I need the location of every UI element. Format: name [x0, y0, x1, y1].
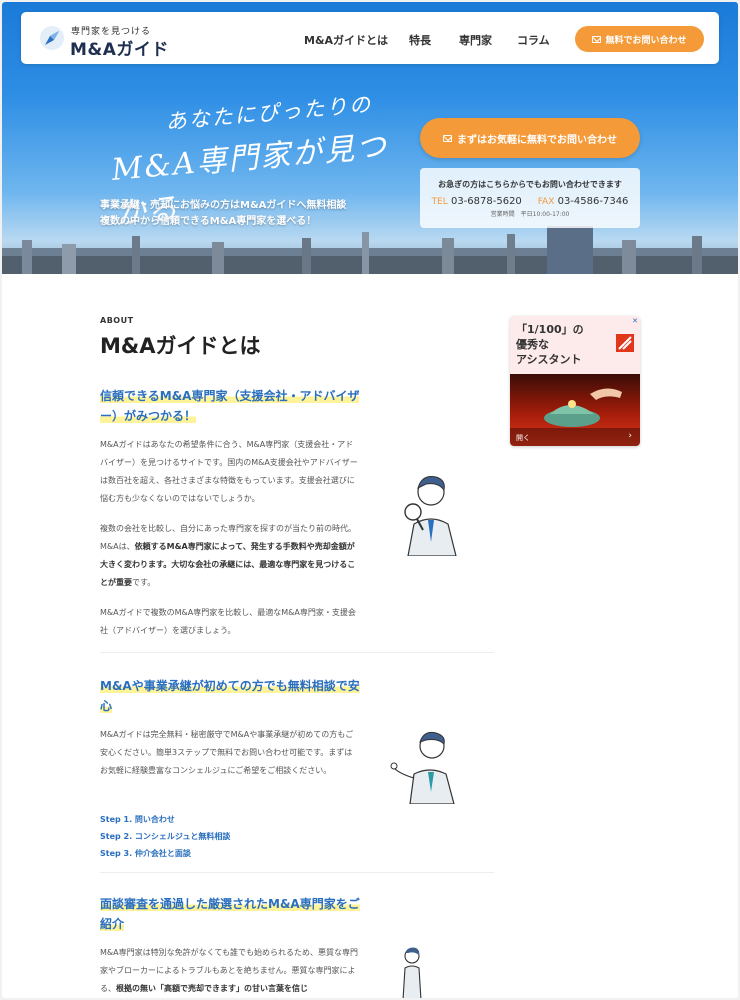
- divider: [100, 652, 494, 653]
- contact-title: お急ぎの方はこちらからでもお問い合わせできます: [438, 180, 622, 189]
- step-3-link[interactable]: Step 3. 仲介会社と面談: [100, 848, 191, 859]
- ad-line-1: 「1/100」の: [516, 323, 584, 336]
- ad-copy: 「1/100」の 優秀な アシスタント: [516, 322, 584, 367]
- hero-contact-button[interactable]: まずはお気軽に無料でお問い合わせ: [420, 118, 640, 158]
- businessman-magnifier-illustration: [404, 476, 457, 556]
- block-1-paragraph-3: M&Aガイドで複数のM&A専門家を比較し、最適なM&A専門家・支援会社（アドバイ…: [100, 608, 356, 635]
- tel-label: TEL: [431, 197, 448, 207]
- header-contact-label: 無料でお問い合わせ: [605, 35, 687, 46]
- block-3-paragraph-1: M&A専門家は特別な免許がなくても誰でも始められるため、悪質な専門家やブローカー…: [100, 948, 358, 993]
- step-2-link[interactable]: Step 2. コンシェルジュと無料相談: [100, 831, 230, 842]
- logo-text[interactable]: M&Aガイド: [70, 35, 169, 60]
- mail-icon: [443, 134, 452, 142]
- tel-number[interactable]: 03-6878-5620: [451, 196, 522, 207]
- divider: [100, 872, 494, 873]
- city-skyline-image: [2, 226, 738, 274]
- mail-icon: [592, 35, 602, 43]
- ad-footer-bar[interactable]: 開く ›: [510, 428, 640, 446]
- nav-about[interactable]: M&Aガイドとは: [304, 32, 388, 48]
- nav-features[interactable]: 特長: [409, 32, 431, 48]
- fax-number: 03-4586-7346: [557, 196, 629, 207]
- hero-catchphrase: あなたにぴったりの M&A専門家が見つかる: [107, 85, 414, 232]
- nav-experts[interactable]: 専門家: [459, 32, 492, 48]
- block-1-paragraph-1: M&Aガイドはあなたの希望条件に合う、M&A専門家（支援会社・アドバイザー）を見…: [100, 440, 358, 503]
- nav-column[interactable]: コラム: [517, 32, 550, 48]
- contact-info-box: お急ぎの方はこちらからでもお問い合わせできます TEL 03-6878-5620…: [420, 168, 640, 228]
- ad-close-icon[interactable]: ✕: [632, 317, 638, 325]
- page: 専門家を見つける M&Aガイド M&Aガイドとは 特長 専門家 コラム 無料でお…: [2, 2, 738, 998]
- block-2-paragraph-1: M&Aガイドは完全無料・秘密厳守でM&Aや事業承継が初めての方もご安心ください。…: [100, 730, 354, 775]
- business-hours: 営業時間 平日10:00-17:00: [490, 211, 570, 218]
- businessman-presenting-illustration: [390, 731, 455, 804]
- fax-label: FAX: [537, 197, 555, 207]
- ad-brand-icon: [616, 334, 634, 352]
- header-bar: 専門家を見つける M&Aガイド M&Aガイドとは 特長 専門家 コラム 無料でお…: [21, 12, 719, 64]
- businessman-standing-illustration: [402, 947, 422, 998]
- ad-copy-area: 「1/100」の 優秀な アシスタント ✕: [510, 316, 640, 374]
- compass-logo-icon: [40, 26, 64, 50]
- ad-line-3: アシスタント: [516, 353, 582, 366]
- hero-lead-line-2: 複数の中から信頼できるM&A専門家を選べる！: [100, 216, 317, 227]
- ad-open-label: 開く: [516, 434, 530, 442]
- header-contact-button[interactable]: 無料でお問い合わせ: [575, 26, 704, 52]
- block-1-paragraph-2: 複数の会社を比較し、自分にあった専門家を探すのが当たり前の時代。M&Aは、依頼す…: [100, 524, 356, 587]
- ad-line-2: 優秀な: [516, 338, 549, 351]
- ad-hand-illustration: [544, 388, 622, 427]
- section-eyebrow: ABOUT: [100, 316, 134, 325]
- block-heading-3: 面談審査を通過した厳選されたM&A専門家をご紹介: [100, 897, 360, 931]
- hero-section: 専門家を見つける M&Aガイド M&Aガイドとは 特長 専門家 コラム 無料でお…: [2, 2, 738, 274]
- hero-lead: 事業承継・売却にお悩みの方はM&Aガイドへ無料相談 複数の中から信頼できるM&A…: [100, 198, 346, 230]
- sidebar-advertisement[interactable]: 「1/100」の 優秀な アシスタント ✕ 開く ›: [510, 316, 640, 446]
- block-heading-2: M&Aや事業承継が初めての方でも無料相談で安心: [100, 679, 360, 713]
- chevron-right-icon: ›: [628, 431, 632, 441]
- step-1-link[interactable]: Step 1. 問い合わせ: [100, 814, 175, 825]
- block-heading-1: 信頼できるM&A専門家（支援会社・アドバイザー）がみつかる！: [100, 389, 360, 423]
- section-title: M&Aガイドとは: [100, 334, 261, 358]
- hero-contact-label: まずはお気軽に無料でお問い合わせ: [457, 134, 617, 146]
- hero-lead-line-1: 事業承継・売却にお悩みの方はM&Aガイドへ無料相談: [100, 200, 347, 211]
- contact-numbers: TEL 03-6878-5620 FAX 03-4586-7346: [420, 196, 640, 207]
